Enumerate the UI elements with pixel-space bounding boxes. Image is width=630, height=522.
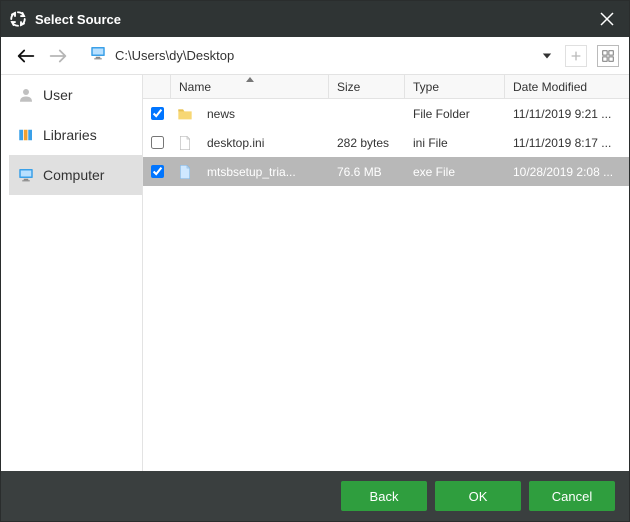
sidebar-item-libraries[interactable]: Libraries [9,115,142,155]
header-date[interactable]: Date Modified [505,75,629,98]
user-icon [17,86,35,104]
sidebar-item-computer[interactable]: Computer [9,155,142,195]
sidebar-item-user[interactable]: User [9,75,142,115]
row-type: File Folder [405,107,505,121]
row-name: mtsbsetup_tria... [199,165,329,179]
sidebar: User Libraries Computer [1,75,143,471]
row-checkbox-cell [143,165,171,178]
header-size[interactable]: Size [329,75,405,98]
header-name[interactable]: Name [171,75,329,98]
new-folder-button[interactable] [565,45,587,67]
row-name: desktop.ini [199,136,329,150]
monitor-icon [89,44,107,67]
row-size: 76.6 MB [329,165,405,179]
row-checkbox-cell [143,107,171,120]
row-date: 10/28/2019 2:08 ... [505,165,629,179]
libraries-icon [17,126,35,144]
file-row[interactable]: news File Folder11/11/2019 9:21 ... [143,99,629,128]
folder-icon [171,106,199,122]
row-size: 282 bytes [329,136,405,150]
view-options-button[interactable] [597,45,619,67]
app-icon [9,10,27,28]
window-title: Select Source [35,12,593,27]
column-headers: Name Size Type Date Modified [143,75,629,99]
window: Select Source C:\Users\dy\Desktop [0,0,630,522]
main-area: User Libraries Computer Name Size Type [1,75,629,471]
path-text[interactable]: C:\Users\dy\Desktop [115,48,531,63]
file-list-area: Name Size Type Date Modified news File Fo… [143,75,629,471]
footer: Back OK Cancel [1,471,629,521]
file-icon [171,162,199,182]
file-row[interactable]: mtsbsetup_tria...76.6 MBexe File10/28/20… [143,157,629,186]
ok-button[interactable]: OK [435,481,521,511]
row-checkbox[interactable] [151,136,164,149]
back-button[interactable]: Back [341,481,427,511]
row-checkbox[interactable] [151,165,164,178]
nav-back-button[interactable] [15,45,37,67]
path-box: C:\Users\dy\Desktop [89,44,555,67]
header-check[interactable] [143,75,171,98]
row-type: exe File [405,165,505,179]
file-icon [171,133,199,153]
sidebar-item-label: User [43,87,73,103]
file-rows: news File Folder11/11/2019 9:21 ... deskto… [143,99,629,471]
toolbar: C:\Users\dy\Desktop [1,37,629,75]
file-row[interactable]: desktop.ini282 bytesini File11/11/2019 8… [143,128,629,157]
close-button[interactable] [593,5,621,33]
path-dropdown-button[interactable] [539,48,555,64]
cancel-button[interactable]: Cancel [529,481,615,511]
row-checkbox-cell [143,136,171,149]
row-date: 11/11/2019 9:21 ... [505,107,629,121]
sidebar-item-label: Computer [43,167,104,183]
header-type[interactable]: Type [405,75,505,98]
row-name: news [199,107,329,121]
computer-icon [17,166,35,184]
nav-forward-button[interactable] [47,45,69,67]
row-type: ini File [405,136,505,150]
titlebar: Select Source [1,1,629,37]
row-checkbox[interactable] [151,107,164,120]
sidebar-item-label: Libraries [43,127,97,143]
row-date: 11/11/2019 8:17 ... [505,136,629,150]
